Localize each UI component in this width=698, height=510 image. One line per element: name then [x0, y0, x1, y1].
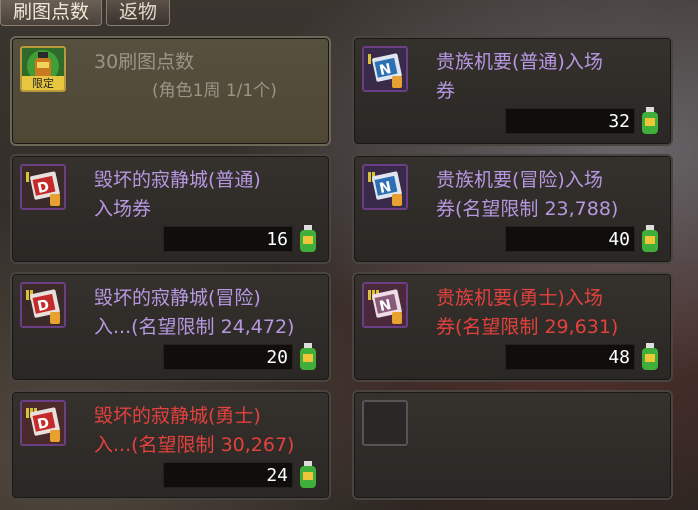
shop-item-noble-warrior[interactable]: N 贵族机要(勇士)入场 券(名望限制 29,631) 48 — [352, 272, 673, 382]
currency-bottle-icon — [642, 225, 658, 252]
item-limit-note: (角色1周 1/1个) — [152, 81, 277, 101]
item-name: 30刷图点数 (角色1周 1/1个) — [94, 48, 326, 106]
tab-bar: 刷图点数 返物 — [0, 0, 171, 26]
shop-item-silent-city-warrior[interactable]: D 毁坏的寂静城(勇士) 入...(名望限制 30,267) 24 — [10, 390, 331, 500]
price-value: 32 — [608, 111, 630, 132]
currency-bottle-icon — [300, 461, 316, 488]
currency-bottle-icon — [300, 343, 316, 370]
price-box: 16 — [163, 226, 293, 252]
item-name: 贵族机要(普通)入场 券 — [436, 51, 603, 102]
item-name: 毁坏的寂静城(普通) 入场券 — [94, 169, 261, 220]
price-box: 48 — [505, 344, 635, 370]
shop-item-silent-city-adventure[interactable]: D 毁坏的寂静城(冒险) 入...(名望限制 24,472) 20 — [10, 272, 331, 382]
item-name: 毁坏的寂静城(勇士) 入...(名望限制 30,267) — [94, 405, 295, 456]
item-name: 贵族机要(勇士)入场 券(名望限制 29,631) — [436, 287, 619, 338]
ticket-d-icon: D — [20, 400, 66, 446]
tab-dungeon-points[interactable]: 刷图点数 — [0, 0, 103, 26]
price-box: 24 — [163, 462, 293, 488]
limited-badge: 限定 — [32, 76, 54, 90]
price-value: 24 — [266, 465, 288, 486]
price-box: 40 — [505, 226, 635, 252]
potion-icon: 限定 — [20, 46, 66, 92]
ticket-n-icon: N — [362, 282, 408, 328]
currency-bottle-icon — [300, 225, 316, 252]
shop-item-30-points[interactable]: 限定 30刷图点数 (角色1周 1/1个) — [10, 36, 331, 146]
currency-bottle-icon — [642, 107, 658, 134]
ticket-n-icon: N — [362, 46, 408, 92]
price-box: 32 — [505, 108, 635, 134]
price-value: 20 — [266, 347, 288, 368]
tab-returns[interactable]: 返物 — [106, 0, 171, 26]
empty-shop-slot — [352, 390, 673, 500]
item-name: 贵族机要(冒险)入场 券(名望限制 23,788) — [436, 169, 619, 220]
item-name: 毁坏的寂静城(冒险) 入...(名望限制 24,472) — [94, 287, 295, 338]
ticket-n-icon: N — [362, 164, 408, 210]
shop-item-noble-adventure[interactable]: N 贵族机要(冒险)入场 券(名望限制 23,788) 40 — [352, 154, 673, 264]
currency-bottle-icon — [642, 343, 658, 370]
price-value: 16 — [266, 229, 288, 250]
shop-item-silent-city-normal[interactable]: D 毁坏的寂静城(普通) 入场券 16 — [10, 154, 331, 264]
price-value: 48 — [608, 347, 630, 368]
price-value: 40 — [608, 229, 630, 250]
empty-icon-slot — [362, 400, 408, 446]
price-box: 20 — [163, 344, 293, 370]
ticket-d-icon: D — [20, 282, 66, 328]
shop-item-noble-normal[interactable]: N 贵族机要(普通)入场 券 32 — [352, 36, 673, 146]
ticket-d-icon: D — [20, 164, 66, 210]
